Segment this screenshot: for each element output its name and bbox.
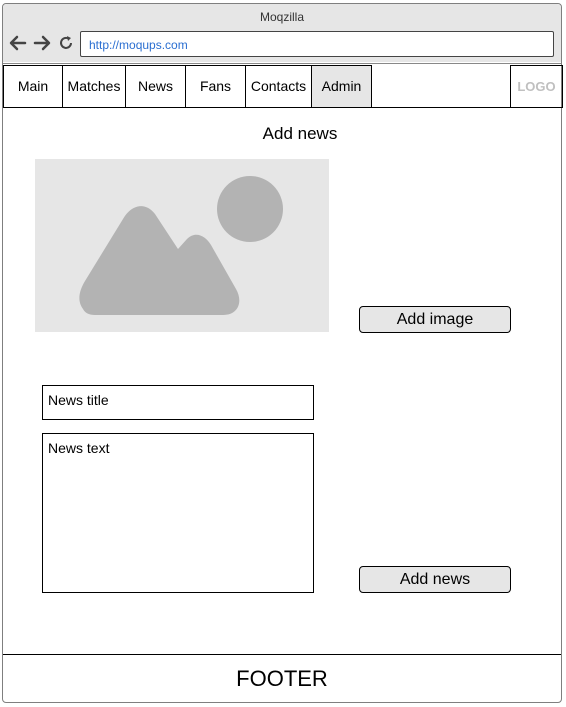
tab-news[interactable]: News [125,65,186,108]
toolbar-divider [3,63,561,64]
tab-admin[interactable]: Admin [311,65,372,108]
address-bar[interactable]: http://moqups.com [80,31,554,57]
tab-fans[interactable]: Fans [185,65,246,108]
forward-arrow-icon[interactable] [33,34,51,52]
page-title: Add news [262,124,338,143]
reload-icon[interactable] [57,34,75,52]
tab-main[interactable]: Main [3,65,63,108]
tab-contacts[interactable]: Contacts [245,65,312,108]
image-placeholder-icon [79,176,283,315]
back-arrow-icon[interactable] [9,34,27,52]
tab-matches[interactable]: Matches [62,65,126,108]
image-placeholder [35,159,329,332]
header-divider [3,107,561,108]
app-title: Moqzilla [259,10,304,24]
footer: FOOTER [236,666,328,691]
add-image-button[interactable]: Add image [359,306,511,333]
add-news-button[interactable]: Add news [359,566,511,593]
browser-window [2,3,562,703]
news-text-textarea[interactable]: News text [42,433,314,593]
logo: LOGO [510,65,563,108]
news-title-input[interactable]: News title [42,385,314,420]
